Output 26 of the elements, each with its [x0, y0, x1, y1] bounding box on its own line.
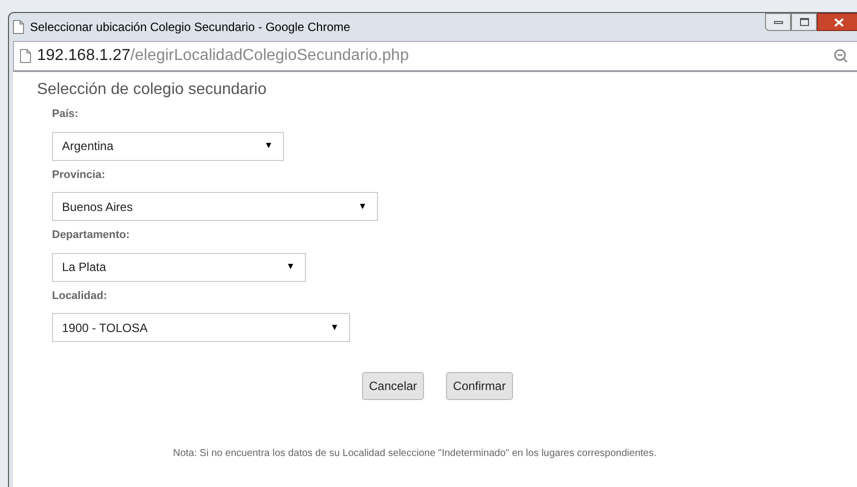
- page-icon: [20, 49, 31, 63]
- url-text: 192.168.1.27/elegirLocalidadColegioSecundario.php: [37, 46, 409, 66]
- field-label: País:: [52, 107, 80, 122]
- dropdown[interactable]: Argentina ▼: [52, 132, 284, 160]
- field-label: Localidad:: [52, 288, 108, 304]
- caret-icon: ▼: [330, 320, 339, 334]
- close-icon: [834, 18, 844, 26]
- form-heading: Selección de colegio secundario: [37, 80, 268, 100]
- caret-icon: ▼: [286, 260, 295, 274]
- zoom-icon: [834, 49, 848, 63]
- caret-icon: ▼: [358, 200, 367, 214]
- minimize-button[interactable]: [765, 13, 791, 31]
- field-label: Provincia:: [52, 168, 106, 182]
- maximize-button[interactable]: [791, 13, 817, 31]
- dropdown[interactable]: La Plata ▼: [52, 252, 306, 282]
- field-label: Departamento:: [52, 228, 131, 243]
- window-title: Seleccionar ubicación Colegio Secundario - Google Chrome: [30, 19, 350, 36]
- page-icon: [13, 20, 24, 34]
- close-button[interactable]: [817, 13, 857, 31]
- dropdown[interactable]: Buenos Aires ▼: [52, 192, 378, 221]
- form-button[interactable]: Confirmar: [446, 372, 513, 400]
- note-text: Nota: Si no encuentra los datos de su Localidad seleccione "Indeterminado" en los lugares correspondientes.: [173, 447, 658, 461]
- address-bar[interactable]: 192.168.1.27/elegirLocalidadColegioSecundario.php: [13, 41, 857, 71]
- caret-icon: ▼: [264, 139, 273, 153]
- dropdown[interactable]: 1900 - TOLOSA ▼: [52, 313, 350, 342]
- form-button[interactable]: Cancelar: [362, 372, 424, 400]
